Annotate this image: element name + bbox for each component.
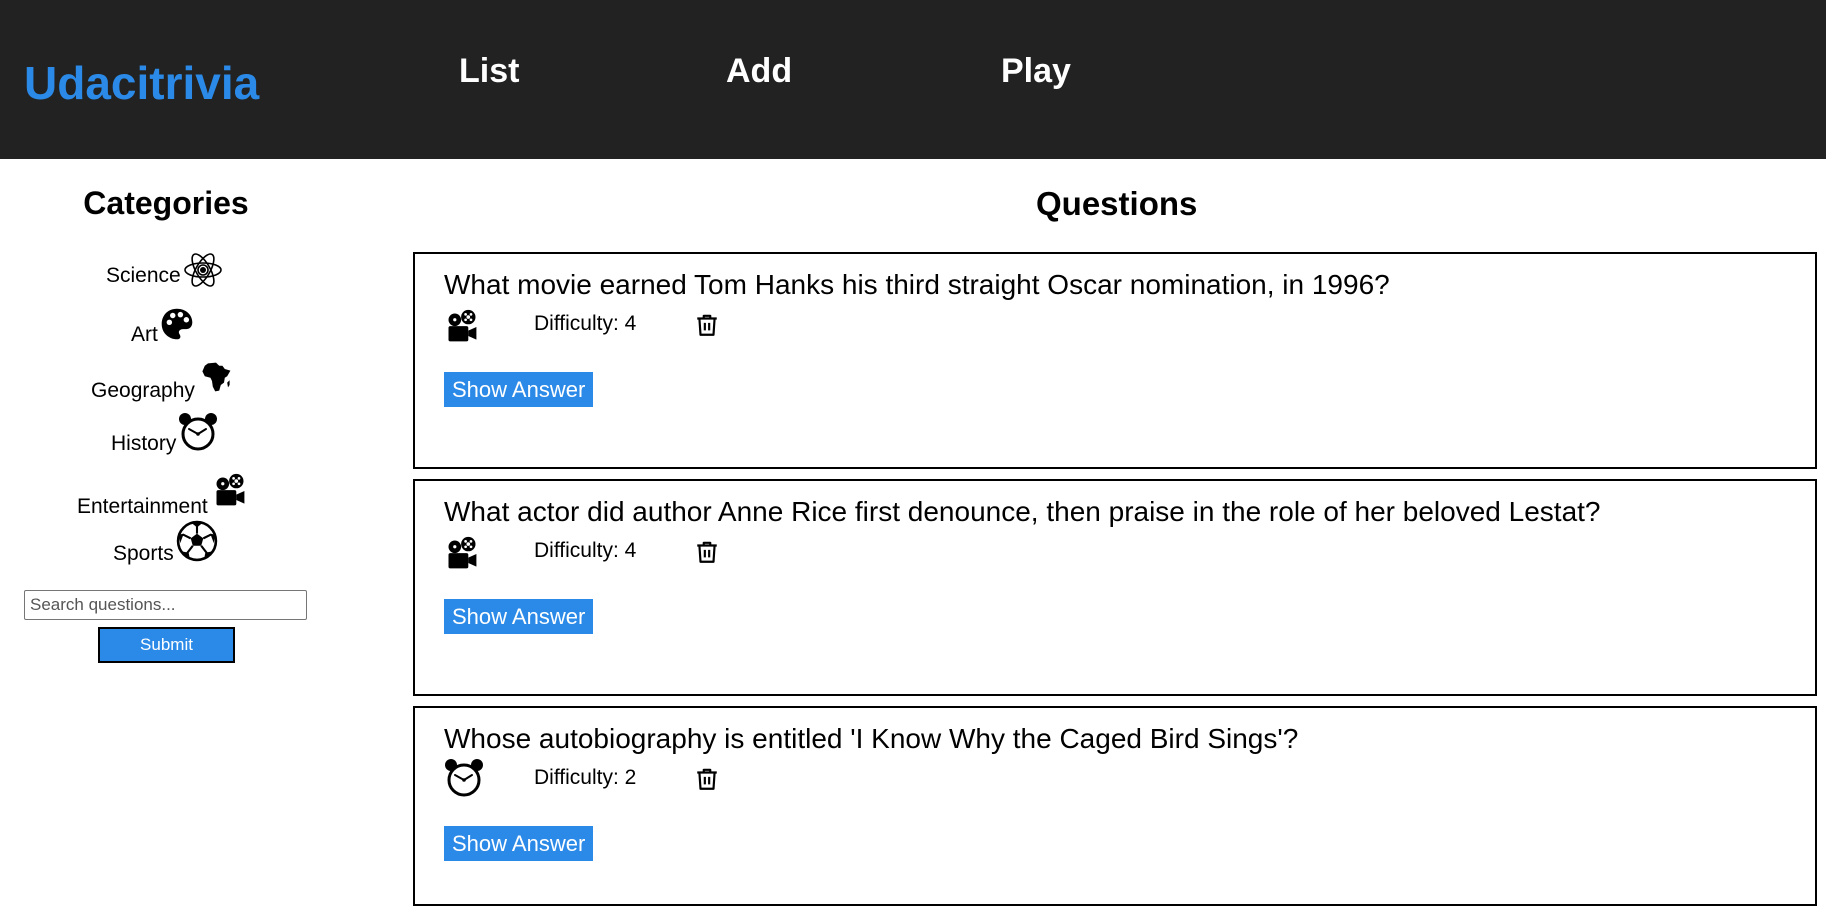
difficulty-label: Difficulty: 4 xyxy=(534,312,637,335)
category-item-science[interactable]: Science xyxy=(106,250,223,288)
africa-map-icon xyxy=(200,361,232,393)
category-label: Entertainment xyxy=(77,495,208,518)
categories-heading: Categories xyxy=(83,185,249,221)
question-text: What actor did author Anne Rice first de… xyxy=(444,496,1601,527)
category-label: Sports xyxy=(113,542,174,565)
category-item-art[interactable]: Art xyxy=(131,307,194,347)
question-card: Whose autobiography is entitled 'I Know … xyxy=(413,706,1817,906)
top-nav-bar: Udacitrivia List Add Play xyxy=(0,0,1826,159)
alarm-clock-icon xyxy=(444,758,484,798)
palette-icon xyxy=(160,307,194,341)
nav-add-link[interactable]: Add xyxy=(726,52,792,91)
trash-icon[interactable] xyxy=(694,539,720,565)
nav-play-link[interactable]: Play xyxy=(1001,52,1071,91)
atom-icon xyxy=(183,250,223,290)
film-projector-icon xyxy=(212,473,248,509)
film-projector-icon xyxy=(444,536,480,572)
film-projector-icon xyxy=(444,309,480,345)
difficulty-label: Difficulty: 2 xyxy=(534,766,637,789)
trash-icon[interactable] xyxy=(694,766,720,792)
question-text: Whose autobiography is entitled 'I Know … xyxy=(444,723,1299,754)
question-text: What movie earned Tom Hanks his third st… xyxy=(444,269,1390,300)
show-answer-button[interactable]: Show Answer xyxy=(444,826,594,861)
alarm-clock-icon xyxy=(178,412,218,452)
difficulty-label: Difficulty: 4 xyxy=(534,539,637,562)
question-card: What actor did author Anne Rice first de… xyxy=(413,479,1817,696)
search-submit-button[interactable]: Submit xyxy=(98,627,235,663)
question-card: What movie earned Tom Hanks his third st… xyxy=(413,252,1817,469)
category-label: Geography xyxy=(91,379,195,402)
questions-heading: Questions xyxy=(1036,185,1198,222)
search-input[interactable] xyxy=(24,590,307,620)
show-answer-button[interactable]: Show Answer xyxy=(444,599,594,634)
nav-list-link[interactable]: List xyxy=(459,52,519,91)
trash-icon[interactable] xyxy=(694,312,720,338)
app-logo[interactable]: Udacitrivia xyxy=(24,56,259,110)
category-item-history[interactable]: History xyxy=(111,412,218,456)
category-label: History xyxy=(111,432,177,455)
category-item-geography[interactable]: Geography xyxy=(91,361,232,403)
category-label: Art xyxy=(131,323,158,346)
category-label: Science xyxy=(106,264,181,287)
category-item-sports[interactable]: Sports xyxy=(113,520,218,566)
show-answer-button[interactable]: Show Answer xyxy=(444,372,594,407)
category-item-entertainment[interactable]: Entertainment xyxy=(77,473,248,519)
soccer-ball-icon xyxy=(176,520,218,562)
